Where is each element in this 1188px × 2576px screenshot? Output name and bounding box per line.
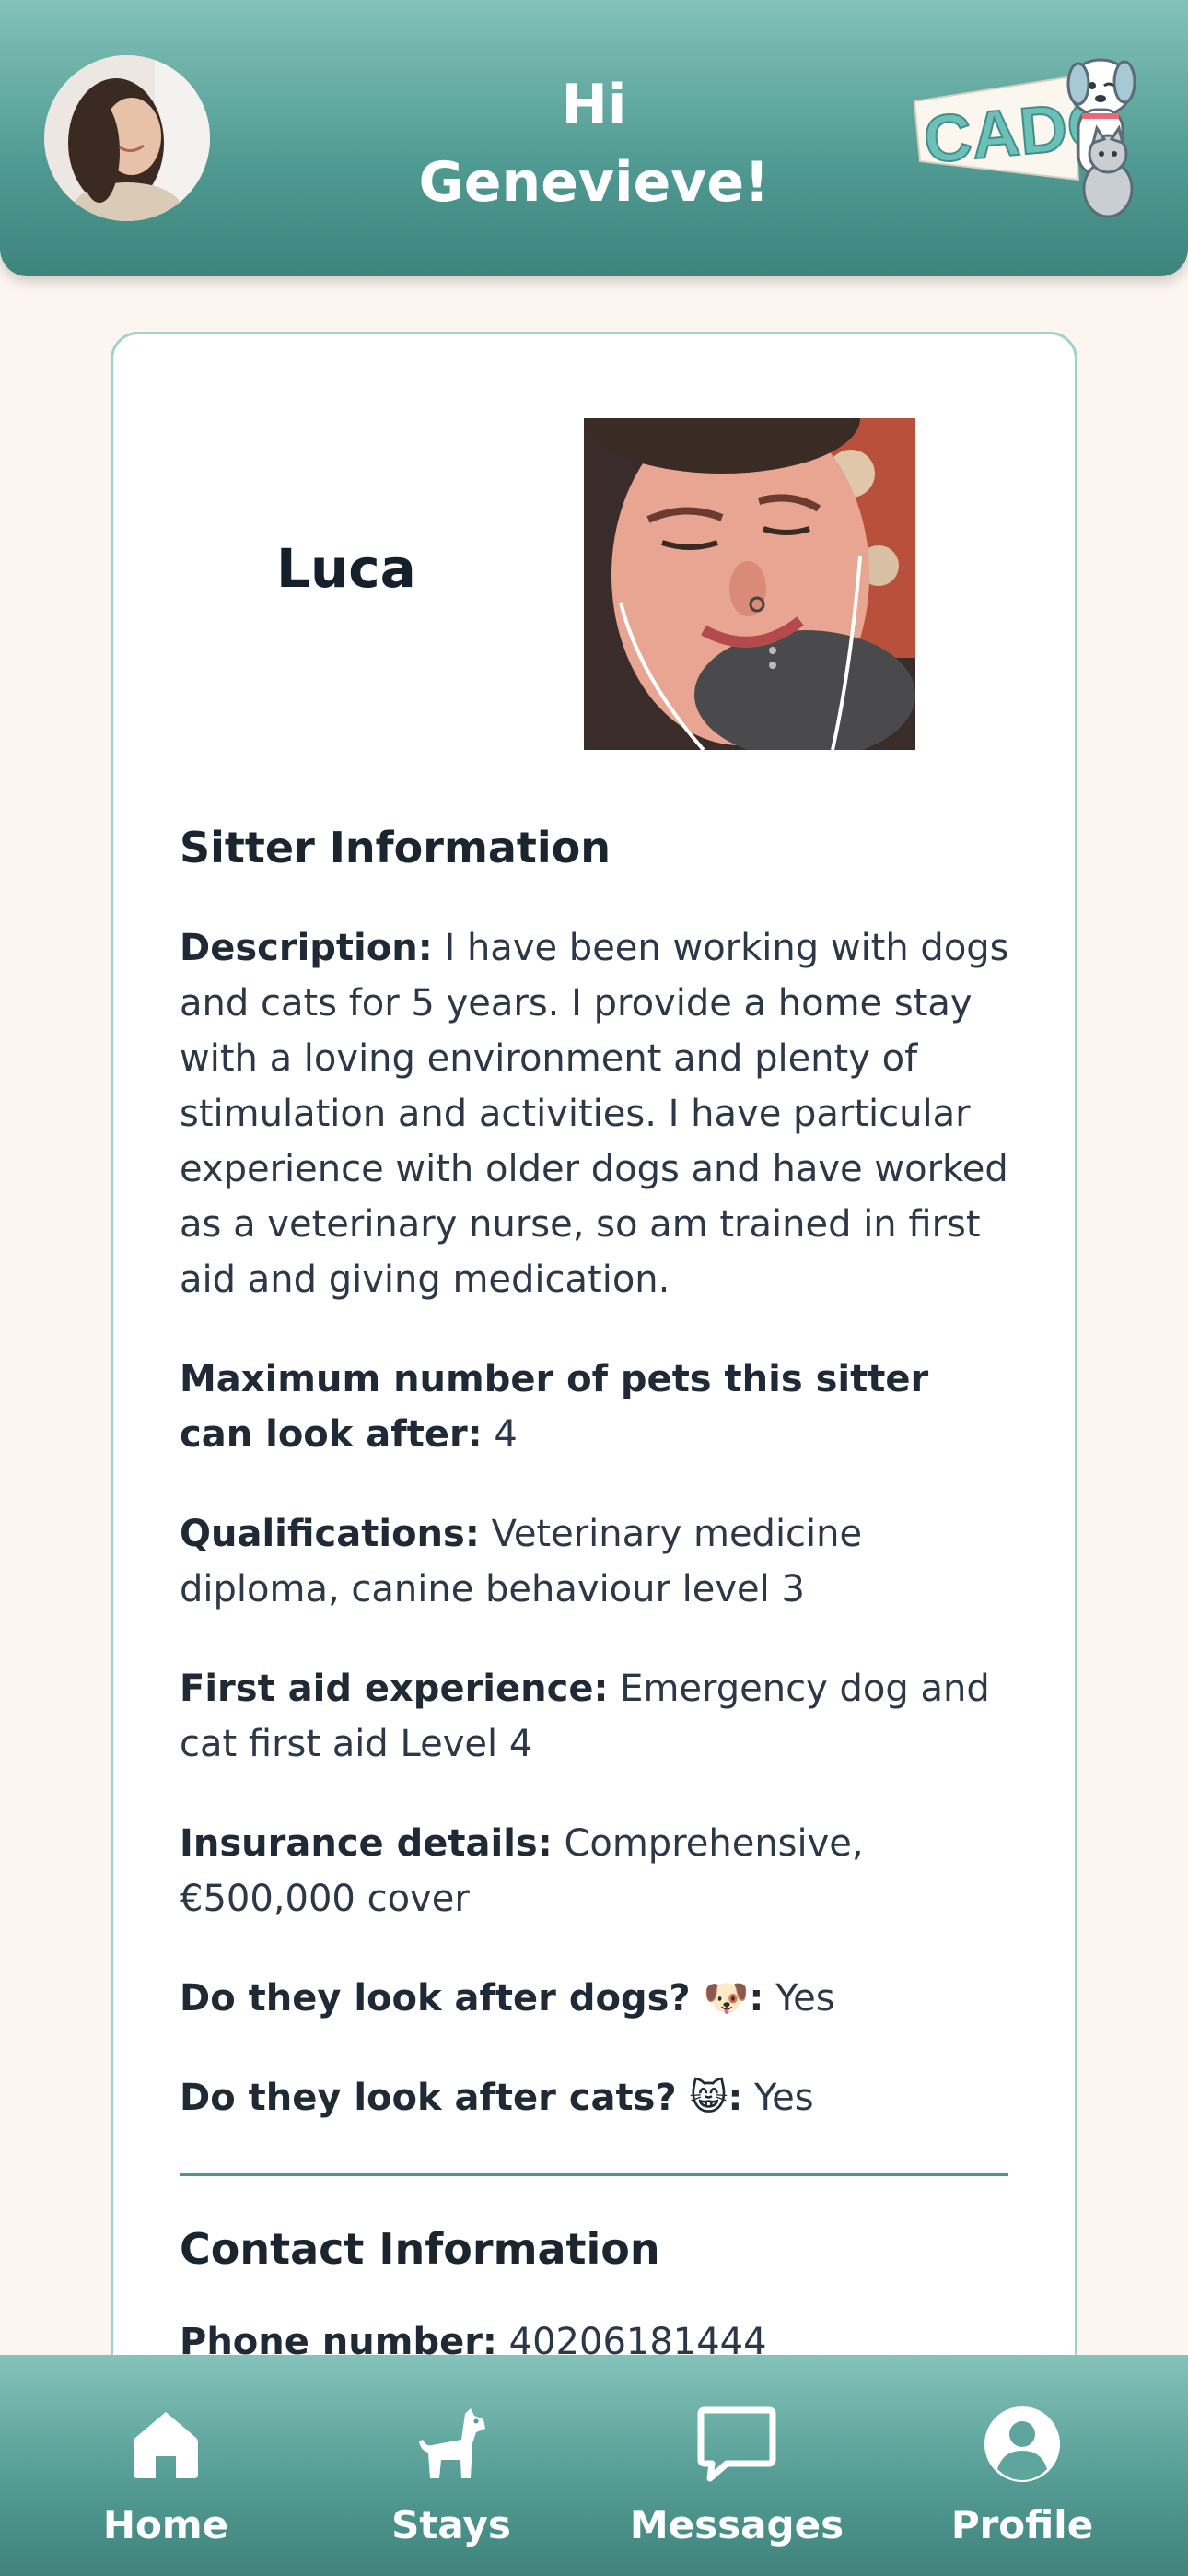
- qualifications-label: Qualifications:: [180, 1513, 480, 1555]
- nav-label-stays: Stays: [391, 2502, 511, 2547]
- nav-label-messages: Messages: [629, 2502, 844, 2547]
- dogs-label-text: Do they look after dogs?: [180, 1977, 691, 2020]
- cats-field: Do they look after cats? 😸: Yes: [180, 2070, 1013, 2125]
- description-label: Description:: [180, 927, 433, 969]
- cado-logo: CADO: [907, 51, 1147, 221]
- cats-label: Do they look after cats? 😸:: [180, 2077, 742, 2119]
- dogs-colon: :: [749, 1977, 764, 2020]
- cats-value: Yes: [754, 2077, 814, 2119]
- description-field: Description: I have been working with do…: [180, 920, 1013, 1307]
- qualifications-field: Qualifications: Veterinary medicine dipl…: [180, 1506, 1013, 1617]
- section-divider: [180, 2173, 1008, 2176]
- greeting-text: Hi Genevieve!: [364, 66, 824, 221]
- user-avatar-image: [44, 55, 210, 221]
- message-icon: [695, 2403, 778, 2486]
- dog-emoji-icon: 🐶: [703, 1977, 750, 2020]
- insurance-field: Insurance details: Comprehensive, €500,0…: [180, 1816, 1013, 1926]
- cats-colon: :: [728, 2077, 743, 2119]
- nav-item-home[interactable]: Home: [46, 2355, 285, 2576]
- first-aid-field: First aid experience: Emergency dog and …: [180, 1661, 1013, 1772]
- nav-item-stays[interactable]: Stays: [332, 2355, 571, 2576]
- nav-label-home: Home: [102, 2502, 229, 2547]
- home-icon: [124, 2403, 207, 2486]
- description-value: I have been working with dogs and cats f…: [180, 927, 1009, 1301]
- contact-info-heading: Contact Information: [180, 2224, 660, 2274]
- profile-icon: [981, 2403, 1064, 2486]
- sitter-photo: [584, 418, 915, 750]
- dogs-label: Do they look after dogs? 🐶:: [180, 1977, 763, 2020]
- insurance-label: Insurance details:: [180, 1822, 553, 1865]
- greeting-line-1: Hi: [561, 73, 627, 137]
- user-avatar[interactable]: [44, 55, 210, 221]
- nav-item-profile[interactable]: Profile: [903, 2355, 1142, 2576]
- dogs-field: Do they look after dogs? 🐶: Yes: [180, 1971, 1013, 2026]
- max-pets-field: Maximum number of pets this sitter can l…: [180, 1352, 1013, 1462]
- app-header: Hi Genevieve! CADO: [0, 0, 1188, 276]
- max-pets-label: Maximum number of pets this sitter can l…: [180, 1358, 929, 1456]
- sitter-name: Luca: [276, 537, 416, 600]
- greeting-line-2: Genevieve!: [418, 150, 770, 215]
- sitter-info-heading: Sitter Information: [180, 823, 611, 872]
- dogs-value: Yes: [775, 1977, 835, 2020]
- max-pets-value: 4: [494, 1413, 518, 1456]
- nav-item-messages[interactable]: Messages: [617, 2355, 856, 2576]
- cats-label-text: Do they look after cats?: [180, 2077, 677, 2119]
- bottom-navigation-bar: Home Stays Messages Profile: [0, 2355, 1188, 2576]
- dog-icon: [410, 2403, 493, 2486]
- sitter-profile-card: Luca Sitter Information Description: I h…: [111, 332, 1077, 2395]
- sitter-details: Sitter Information Description: I have b…: [180, 823, 1013, 2370]
- nav-label-profile: Profile: [950, 2502, 1094, 2547]
- first-aid-label: First aid experience:: [180, 1668, 609, 1710]
- cat-emoji-icon: 😸: [689, 2077, 728, 2119]
